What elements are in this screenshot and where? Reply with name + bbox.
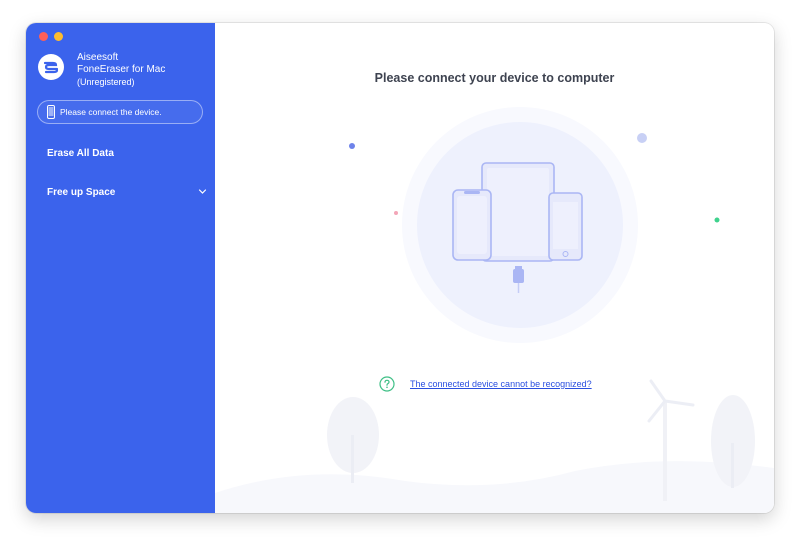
help-row: The connected device cannot be recognize…: [379, 376, 592, 392]
registration-status: (Unregistered): [77, 77, 135, 87]
sidebar-item-label: Free up Space: [47, 187, 116, 198]
app-title-line1: Aiseesoft: [77, 52, 119, 63]
chevron-down-icon: [198, 189, 207, 194]
connection-status-text: Please connect the device.: [60, 107, 162, 117]
phone-right-icon: [548, 192, 583, 261]
app-logo-icon: [38, 54, 64, 80]
question-circle-icon[interactable]: [379, 376, 395, 392]
hills-background: [215, 461, 774, 513]
decor-dot: [394, 211, 398, 215]
app-window: Aiseesoft FoneEraser for Mac (Unregister…: [26, 23, 774, 513]
page-title: Please connect your device to computer: [374, 71, 615, 85]
sidebar-item-label: Erase All Data: [47, 148, 114, 159]
minimize-window-button[interactable]: [54, 32, 63, 41]
main-panel: Please connect your device to computer T…: [215, 23, 774, 513]
app-title-line2: FoneEraser for Mac: [77, 64, 166, 75]
sidebar-item-free-up-space[interactable]: Free up Space: [47, 187, 207, 198]
connect-device-illustration: [215, 107, 774, 513]
decor-dot: [637, 133, 647, 143]
window-controls: [39, 32, 63, 41]
close-window-button[interactable]: [39, 32, 48, 41]
phone-left-icon: [452, 189, 492, 261]
decor-dot: [349, 143, 355, 149]
phone-icon: [47, 105, 55, 119]
device-connection-status: Please connect the device.: [37, 100, 203, 124]
app-name: Aiseesoft FoneEraser for Mac (Unregister…: [77, 52, 165, 88]
sidebar: Aiseesoft FoneEraser for Mac (Unregister…: [26, 23, 215, 513]
device-not-recognized-link[interactable]: The connected device cannot be recognize…: [410, 379, 592, 389]
tablet-icon: [481, 162, 555, 262]
decor-dot: [714, 217, 720, 223]
sidebar-item-erase-all-data[interactable]: Erase All Data: [47, 148, 114, 159]
tree-left-icon: [327, 397, 379, 483]
